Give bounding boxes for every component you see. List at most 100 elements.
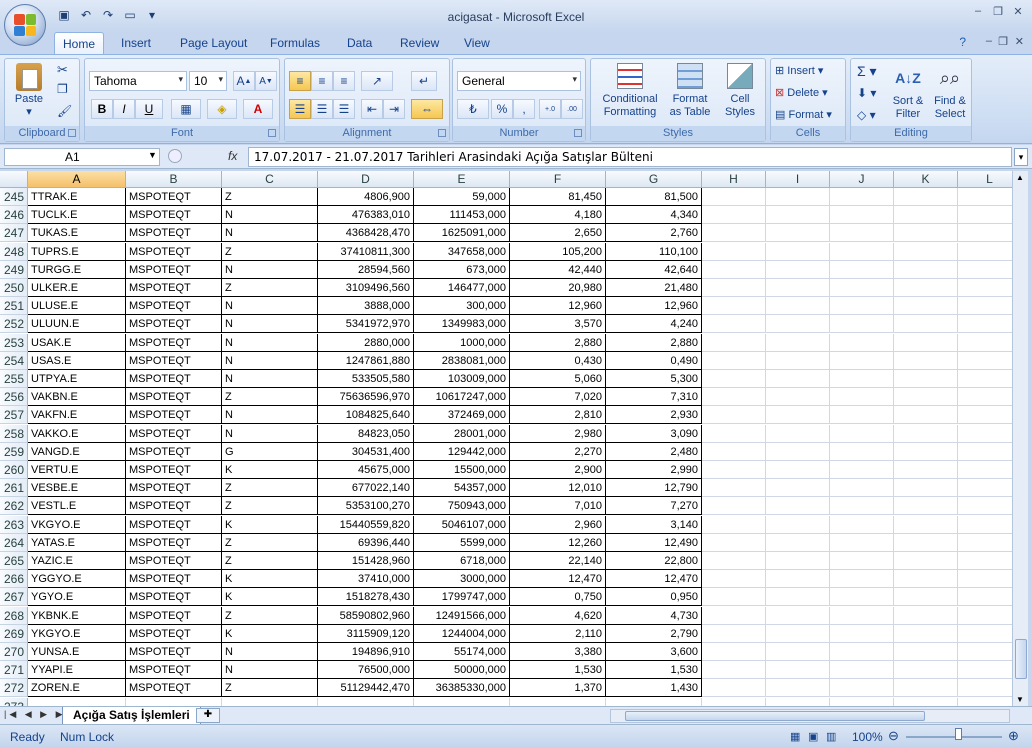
table-cell[interactable]: 4806,900 (318, 188, 414, 206)
empty-cell[interactable] (702, 424, 766, 443)
empty-cell[interactable] (958, 552, 1012, 570)
table-cell[interactable] (510, 697, 606, 706)
empty-cell[interactable] (766, 188, 830, 206)
horizontal-scrollbar[interactable] (610, 709, 1010, 723)
table-cell[interactable]: 12,490 (606, 533, 702, 552)
empty-cell[interactable] (894, 297, 958, 316)
table-cell[interactable]: 105,200 (510, 242, 606, 261)
copy-icon[interactable]: ❐ (57, 83, 68, 96)
empty-cell[interactable] (830, 570, 894, 589)
table-cell[interactable]: 50000,000 (414, 661, 510, 680)
underline-button[interactable]: U (135, 99, 163, 119)
row-header[interactable]: 251 (0, 297, 28, 316)
empty-cell[interactable] (702, 442, 766, 461)
table-cell[interactable]: 2,810 (510, 406, 606, 425)
empty-cell[interactable] (894, 661, 958, 680)
empty-cell[interactable] (830, 697, 894, 706)
empty-cell[interactable] (766, 497, 830, 516)
table-cell[interactable]: 347658,000 (414, 242, 510, 261)
empty-cell[interactable] (958, 516, 1012, 534)
row-header[interactable]: 257 (0, 406, 28, 425)
table-cell[interactable]: 12491566,000 (414, 606, 510, 625)
table-cell[interactable]: 1799747,000 (414, 588, 510, 607)
empty-cell[interactable] (830, 351, 894, 370)
tab-view[interactable]: View (456, 32, 498, 54)
empty-cell[interactable] (958, 479, 1012, 498)
scroll-down-icon[interactable]: ▼ (1016, 695, 1024, 704)
table-cell[interactable]: 3,090 (606, 424, 702, 443)
row-header[interactable]: 271 (0, 661, 28, 680)
column-header-e[interactable]: E (414, 171, 510, 188)
row-header[interactable]: 265 (0, 552, 28, 570)
empty-cell[interactable] (894, 461, 958, 479)
empty-cell[interactable] (766, 206, 830, 225)
empty-cell[interactable] (766, 461, 830, 479)
empty-cell[interactable] (958, 679, 1012, 698)
table-cell[interactable]: 3000,000 (414, 570, 510, 589)
table-cell[interactable]: G (222, 442, 318, 461)
empty-cell[interactable] (958, 297, 1012, 316)
table-cell[interactable]: VANGD.E (28, 442, 126, 461)
empty-cell[interactable] (766, 552, 830, 570)
insert-sheet-icon[interactable]: ✚ (196, 708, 220, 723)
table-cell[interactable]: MSPOTEQT (126, 388, 222, 407)
empty-cell[interactable] (894, 406, 958, 425)
empty-cell[interactable] (958, 334, 1012, 352)
table-cell[interactable] (222, 697, 318, 706)
table-cell[interactable]: MSPOTEQT (126, 679, 222, 698)
empty-cell[interactable] (766, 406, 830, 425)
font-name-select[interactable]: Tahoma (89, 71, 187, 91)
row-header[interactable]: 260 (0, 461, 28, 479)
empty-cell[interactable] (766, 370, 830, 388)
empty-cell[interactable] (830, 206, 894, 225)
worksheet-grid[interactable]: A B C D E F G H I J K L 245 TTRAK.E MSPOTEQT Z 4806,900 5… (0, 171, 1012, 706)
tab-data[interactable]: Data (339, 32, 380, 54)
row-header[interactable]: 246 (0, 206, 28, 225)
table-cell[interactable]: MSPOTEQT (126, 370, 222, 388)
empty-cell[interactable] (830, 370, 894, 388)
table-cell[interactable]: MSPOTEQT (126, 661, 222, 680)
borders-icon[interactable]: ▦ (171, 99, 201, 119)
formula-input[interactable]: 17.07.2017 - 21.07.2017 Tarihleri Arasin… (248, 147, 1012, 167)
table-cell[interactable]: MSPOTEQT (126, 497, 222, 516)
empty-cell[interactable] (766, 533, 830, 552)
table-cell[interactable]: N (222, 424, 318, 443)
table-cell[interactable]: Z (222, 679, 318, 698)
table-cell[interactable]: 12,470 (510, 570, 606, 589)
row-header[interactable]: 249 (0, 260, 28, 279)
dialog-launcher-icon[interactable] (268, 129, 276, 137)
empty-cell[interactable] (766, 679, 830, 698)
empty-cell[interactable] (894, 697, 958, 706)
row-header[interactable]: 253 (0, 333, 28, 352)
view-normal-icon[interactable]: ▦ (790, 730, 800, 743)
table-cell[interactable]: 22,800 (606, 552, 702, 570)
table-cell[interactable]: Z (222, 188, 318, 206)
zoom-slider[interactable] (906, 736, 1002, 738)
empty-cell[interactable] (894, 424, 958, 443)
table-cell[interactable]: 7,010 (510, 497, 606, 516)
table-cell[interactable]: 59,000 (414, 188, 510, 206)
empty-cell[interactable] (766, 624, 830, 643)
table-cell[interactable]: MSPOTEQT (126, 552, 222, 570)
table-cell[interactable]: MSPOTEQT (126, 333, 222, 352)
empty-cell[interactable] (958, 315, 1012, 334)
empty-cell[interactable] (958, 698, 1012, 706)
comma-style-button[interactable]: , (513, 99, 535, 119)
table-cell[interactable]: 12,790 (606, 479, 702, 498)
table-cell[interactable]: Z (222, 388, 318, 407)
zoom-slider-knob[interactable] (955, 728, 962, 740)
empty-cell[interactable] (766, 643, 830, 661)
table-cell[interactable]: YGGYO.E (28, 570, 126, 589)
empty-cell[interactable] (766, 260, 830, 279)
table-cell[interactable]: MSPOTEQT (126, 588, 222, 607)
column-header-a[interactable]: A (28, 171, 126, 188)
align-center-icon[interactable]: ☰ (311, 99, 333, 119)
empty-cell[interactable] (958, 224, 1012, 243)
table-cell[interactable]: 42,440 (510, 260, 606, 279)
table-cell[interactable]: 2,960 (510, 515, 606, 534)
empty-cell[interactable] (830, 224, 894, 243)
table-cell[interactable]: 533505,580 (318, 370, 414, 388)
table-cell[interactable]: 4368428,470 (318, 224, 414, 243)
table-cell[interactable]: YKGYO.E (28, 624, 126, 643)
decrease-indent-icon[interactable]: ⇤ (361, 99, 383, 119)
